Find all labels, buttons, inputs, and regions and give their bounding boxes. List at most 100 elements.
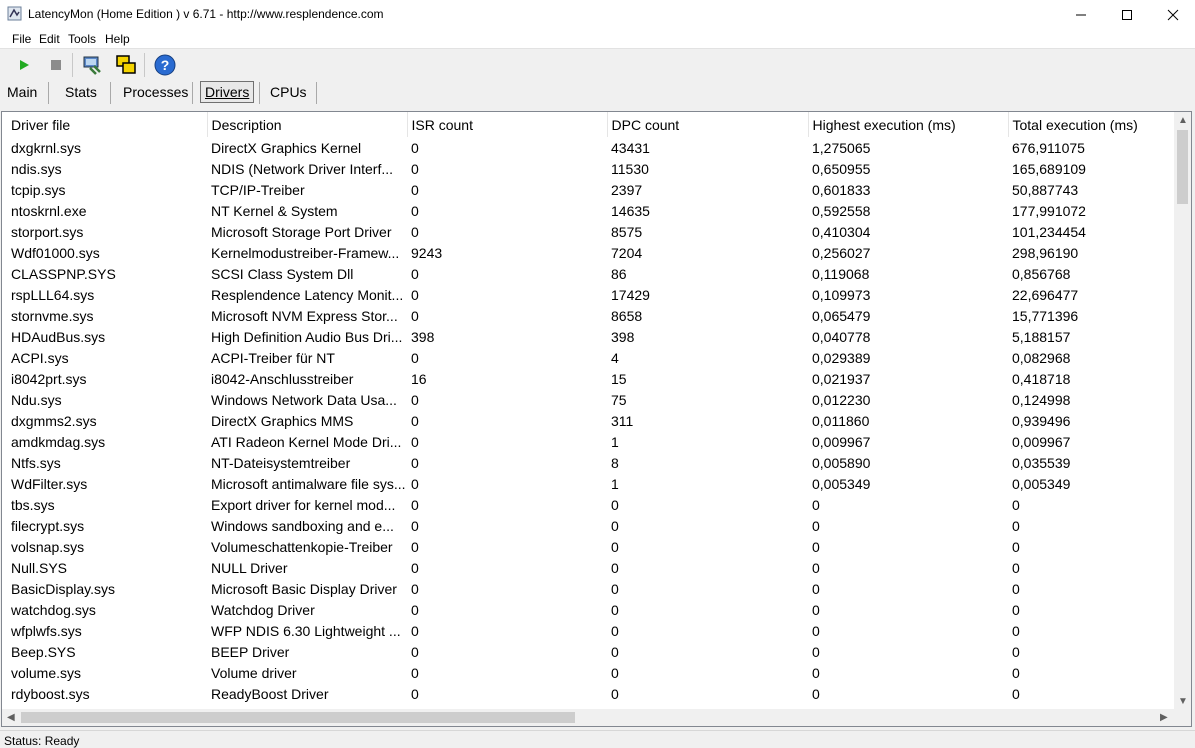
horizontal-scroll-thumb[interactable] <box>21 712 575 723</box>
table-row[interactable]: storport.sys Microsoft Storage Port Drive… <box>7 221 1175 242</box>
table-row[interactable]: ndis.sys NDIS (Network Driver Interf... 0 1… <box>7 158 1175 179</box>
table-row[interactable]: rspLLL64.sys Resplendence Latency Monit..… <box>7 284 1175 305</box>
table-cell: 50,887743 <box>1012 181 1079 198</box>
table-row[interactable]: watchdog.sys Watchdog Driver 0 0 0 0 <box>7 599 1175 620</box>
menu-bar: File Edit Tools Help <box>0 29 1195 49</box>
table-cell: Ntfs.sys <box>11 454 61 471</box>
vertical-scroll-thumb[interactable] <box>1177 130 1188 204</box>
column-header-driver-file[interactable]: Driver file <box>7 112 208 137</box>
table-cell: 0 <box>1012 496 1020 513</box>
table-cell: Ndu.sys <box>11 391 62 408</box>
process-button[interactable] <box>81 53 105 77</box>
table-cell: 0 <box>812 685 820 702</box>
close-icon <box>1167 9 1179 20</box>
table-cell: 0 <box>411 307 419 324</box>
table-cell: Microsoft Basic Display Driver <box>211 580 397 597</box>
table-cell: 0 <box>812 517 820 534</box>
status-bar: Status: Ready <box>0 730 1195 748</box>
tab-cpus[interactable]: CPUs <box>264 80 313 104</box>
menu-tools[interactable]: Tools <box>68 32 96 46</box>
tab-drivers[interactable]: Drivers <box>194 80 260 104</box>
horizontal-scrollbar[interactable]: ◀ ▶ <box>2 709 1174 726</box>
tab-main[interactable]: Main <box>1 80 43 104</box>
table-cell: volume.sys <box>11 664 82 681</box>
menu-file[interactable]: File <box>12 32 31 46</box>
table-row[interactable]: stornvme.sys Microsoft NVM Express Stor..… <box>7 305 1175 326</box>
table-cell: 0,065479 <box>812 307 871 324</box>
scroll-right-icon[interactable]: ▶ <box>1160 712 1168 723</box>
table-row[interactable]: rdyboost.sys ReadyBoost Driver 0 0 0 0 <box>7 683 1175 704</box>
windows-button[interactable] <box>114 53 138 77</box>
tab-processes[interactable]: Processes <box>117 80 194 104</box>
table-cell: 0 <box>411 265 419 282</box>
table-row[interactable]: amdkmdag.sys ATI Radeon Kernel Mode Dri..… <box>7 431 1175 452</box>
column-header-isr-count[interactable]: ISR count <box>407 112 608 137</box>
table-cell: 0 <box>411 475 419 492</box>
tab-separator <box>48 82 49 104</box>
table-cell: Windows sandboxing and e... <box>211 517 394 534</box>
table-row[interactable]: ntoskrnl.exe NT Kernel & System 0 14635 0,59… <box>7 200 1175 221</box>
column-header-description[interactable]: Description <box>207 112 408 137</box>
table-cell: DirectX Graphics MMS <box>211 412 354 429</box>
minimize-icon <box>1076 14 1086 15</box>
drivers-table[interactable]: Driver file Description ISR count DPC co… <box>1 111 1192 727</box>
column-header-highest-execution[interactable]: Highest execution (ms) <box>808 112 1009 137</box>
minimize-button[interactable] <box>1058 0 1104 29</box>
table-row[interactable]: ACPI.sys ACPI-Treiber für NT 0 4 0,029389 0,0… <box>7 347 1175 368</box>
table-cell: 8658 <box>611 307 643 324</box>
table-cell: 0,119068 <box>812 265 870 282</box>
table-row[interactable]: WdFilter.sys Microsoft antimalware file s… <box>7 473 1175 494</box>
table-row[interactable]: Null.SYS NULL Driver 0 0 0 0 <box>7 557 1175 578</box>
table-cell: 1 <box>611 433 619 450</box>
table-cell: 22,696477 <box>1012 286 1079 303</box>
table-cell: 0 <box>411 685 419 702</box>
table-cell: 0,021937 <box>812 370 871 387</box>
scroll-up-icon[interactable]: ▲ <box>1178 115 1188 126</box>
table-row[interactable]: CLASSPNP.SYS SCSI Class System Dll 0 86 0,11… <box>7 263 1175 284</box>
tab-stats[interactable]: Stats <box>59 80 103 104</box>
table-row[interactable]: Ndu.sys Windows Network Data Usa... 0 75 0,0… <box>7 389 1175 410</box>
table-row[interactable]: filecrypt.sys Windows sandboxing and e...… <box>7 515 1175 536</box>
maximize-button[interactable] <box>1104 0 1150 29</box>
vertical-scrollbar[interactable]: ▲ ▼ <box>1174 112 1191 710</box>
table-row[interactable]: HDAudBus.sys High Definition Audio Bus Dr… <box>7 326 1175 347</box>
column-header-total-execution[interactable]: Total execution (ms) <box>1008 112 1175 137</box>
table-row[interactable]: BasicDisplay.sys Microsoft Basic Display … <box>7 578 1175 599</box>
column-header-dpc-count[interactable]: DPC count <box>607 112 809 137</box>
table-cell: 5,188157 <box>1012 328 1071 345</box>
table-cell: 398 <box>611 328 635 345</box>
table-row[interactable]: tbs.sys Export driver for kernel mod... 0 0… <box>7 494 1175 515</box>
table-row[interactable]: tcpip.sys TCP/IP-Treiber 0 2397 0,601833 50,8… <box>7 179 1175 200</box>
table-row[interactable]: volsnap.sys Volumeschattenkopie-Treiber 0 0… <box>7 536 1175 557</box>
table-cell: dxgkrnl.sys <box>11 139 82 156</box>
table-row[interactable]: Ntfs.sys NT-Dateisystemtreiber 0 8 0,005890 0… <box>7 452 1175 473</box>
table-row[interactable]: wfplwfs.sys WFP NDIS 6.30 Lightweight ...… <box>7 620 1175 641</box>
table-cell: 0 <box>611 517 619 534</box>
close-button[interactable] <box>1150 0 1195 29</box>
table-cell: rdyboost.sys <box>11 685 90 702</box>
table-cell: 0 <box>611 622 619 639</box>
table-row[interactable]: dxgkrnl.sys DirectX Graphics Kernel 0 43431… <box>7 137 1175 158</box>
tab-separator <box>192 82 193 104</box>
table-cell: NT Kernel & System <box>211 202 338 219</box>
table-row[interactable]: Beep.SYS BEEP Driver 0 0 0 0 <box>7 641 1175 662</box>
stop-button[interactable] <box>44 53 68 77</box>
table-row[interactable]: dxgmms2.sys DirectX Graphics MMS 0 311 0,011… <box>7 410 1175 431</box>
table-cell: 0 <box>812 538 820 555</box>
table-cell: 0 <box>812 496 820 513</box>
table-row[interactable]: Wdf01000.sys Kernelmodustreiber-Framew...… <box>7 242 1175 263</box>
table-cell: 0,035539 <box>1012 454 1071 471</box>
table-row[interactable]: i8042prt.sys i8042-Anschlusstreiber 16 15 0,… <box>7 368 1175 389</box>
table-cell: 43431 <box>611 139 650 156</box>
table-cell: 0 <box>1012 685 1020 702</box>
menu-edit[interactable]: Edit <box>39 32 60 46</box>
scroll-left-icon[interactable]: ◀ <box>7 712 15 723</box>
scroll-down-icon[interactable]: ▼ <box>1178 696 1188 707</box>
table-cell: 0,410304 <box>812 223 871 240</box>
table-row[interactable]: volume.sys Volume driver 0 0 0 0 <box>7 662 1175 683</box>
table-cell: Beep.SYS <box>11 643 76 660</box>
menu-help[interactable]: Help <box>105 32 130 46</box>
start-button[interactable] <box>12 53 36 77</box>
help-button[interactable]: ? <box>153 53 177 77</box>
table-cell: ACPI.sys <box>11 349 69 366</box>
